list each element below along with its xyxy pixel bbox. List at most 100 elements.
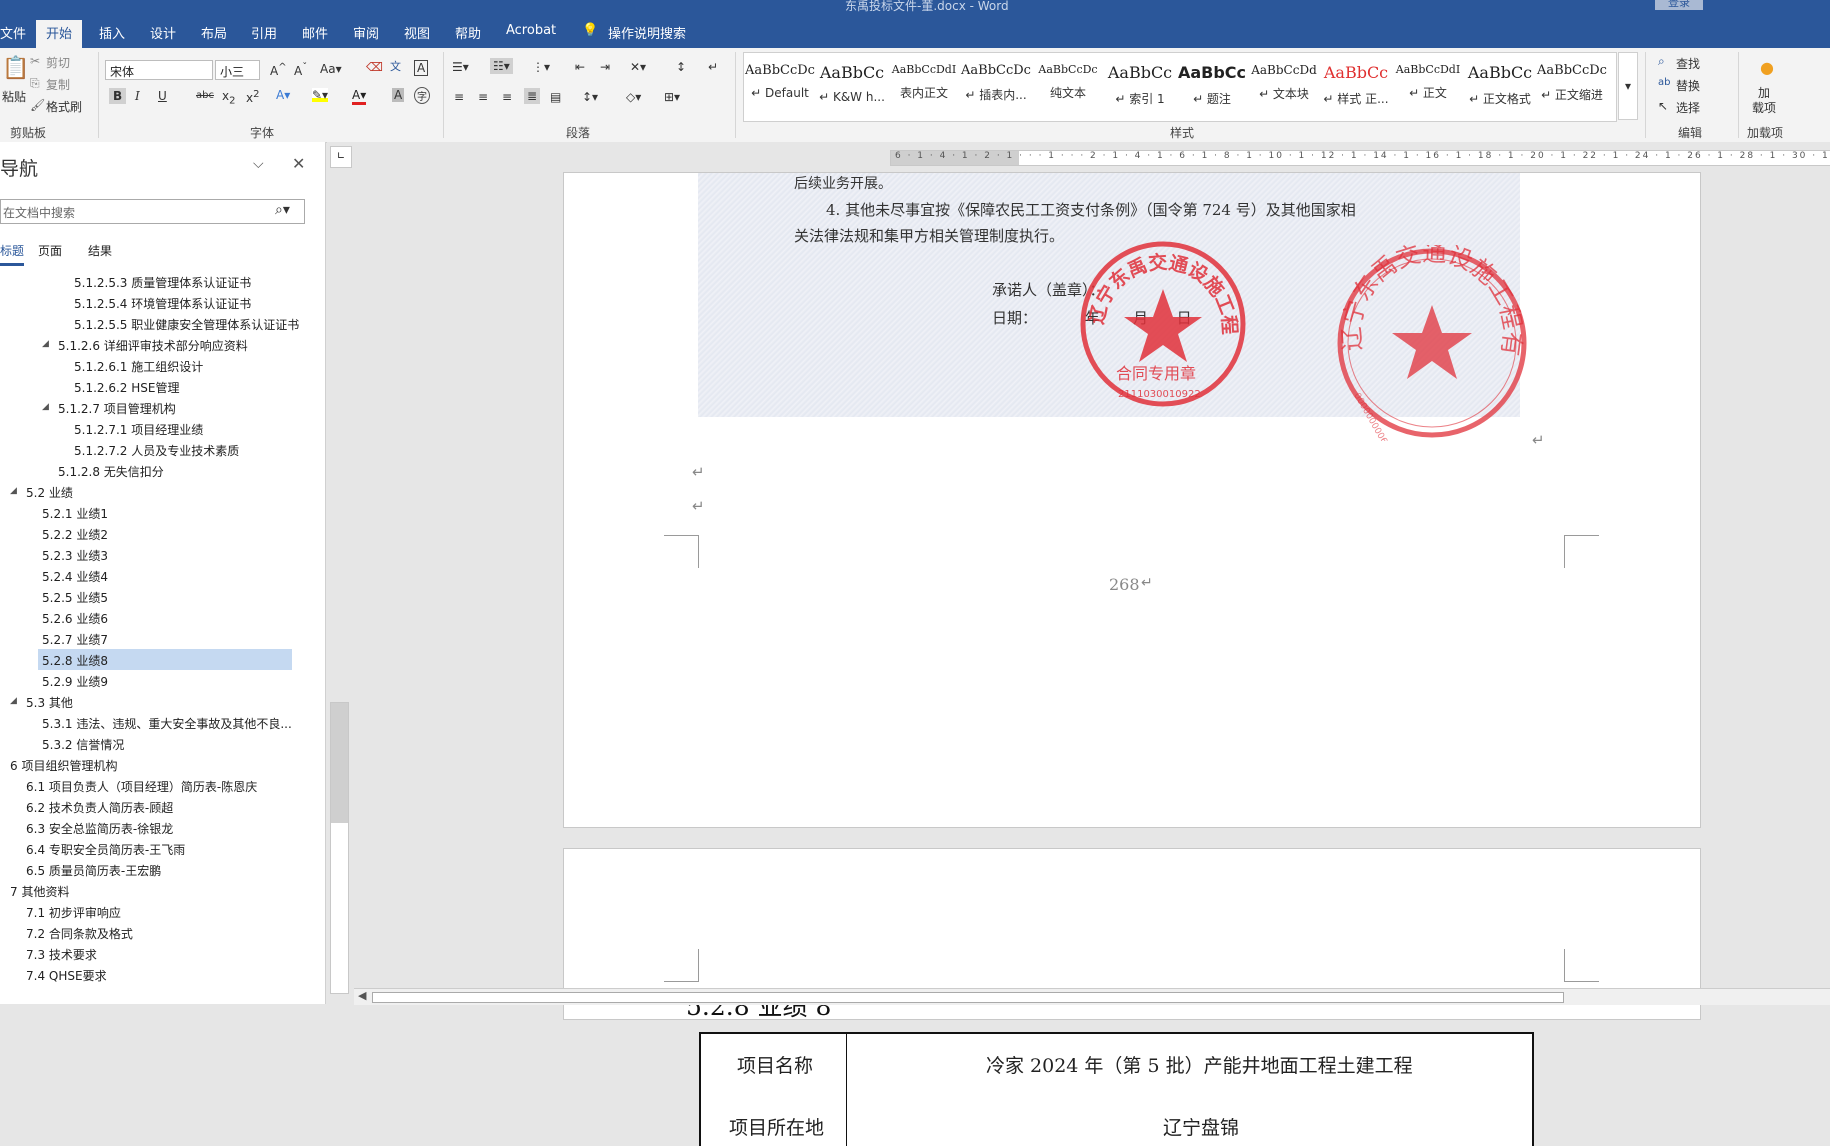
numbering-icon[interactable]: ☷▾ xyxy=(490,58,513,74)
nav-item[interactable]: 5.2.9 业绩9 xyxy=(42,673,108,690)
addins-button[interactable]: 加 载项 xyxy=(1752,86,1776,116)
strikethrough-button[interactable]: abc xyxy=(196,90,214,101)
distribute-icon[interactable]: ▤ xyxy=(550,90,561,104)
nav-item[interactable]: 5.1.2.8 无失信扣分 xyxy=(58,463,164,480)
tab-home[interactable]: 开始 xyxy=(36,20,83,48)
collapse-icon[interactable]: ◢ xyxy=(42,339,49,349)
style-normal[interactable]: AaBbCcDdI ↵ 正文 xyxy=(1392,63,1464,111)
vertical-ruler[interactable] xyxy=(330,702,349,994)
horizontal-ruler[interactable]: 6 · 1 · 4 · 1 · 2 · 1 · · · 1 · · · 2 · … xyxy=(890,150,1830,166)
login-button[interactable]: 登录 xyxy=(1655,0,1703,10)
align-left-icon[interactable]: ≡ xyxy=(454,90,464,104)
nav-item[interactable]: 7.2 合同条款及格式 xyxy=(26,925,133,942)
justify-icon[interactable]: ≣ xyxy=(524,88,541,104)
nav-item[interactable]: 5.2.3 业绩3 xyxy=(42,547,108,564)
scrollbar-thumb[interactable] xyxy=(372,992,1564,1003)
nav-item[interactable]: 5.1.2.6.1 施工组织设计 xyxy=(74,358,203,375)
subscript-button[interactable]: x2 xyxy=(222,89,235,106)
nav-item-selected[interactable]: 5.2.8 业绩8 xyxy=(38,649,292,670)
char-shading-icon[interactable]: A xyxy=(392,88,405,102)
style-table-body[interactable]: AaBbCcDdI 表内正文 xyxy=(888,63,960,111)
collapse-icon[interactable]: ◢ xyxy=(42,402,49,412)
tab-help[interactable]: 帮助 xyxy=(455,23,481,42)
tab-references[interactable]: 引用 xyxy=(251,23,277,42)
tab-insert[interactable]: 插入 xyxy=(99,23,125,42)
copy-icon[interactable]: ⎘ xyxy=(30,76,40,91)
nav-item[interactable]: 5.3 其他 xyxy=(26,694,73,711)
nav-tab-pages[interactable]: 页面 xyxy=(38,242,62,259)
phonetic-guide-icon[interactable]: 文 xyxy=(390,58,401,74)
select-icon[interactable]: ↖ xyxy=(1658,99,1668,113)
italic-button[interactable]: I xyxy=(135,89,140,103)
style-text-block[interactable]: AaBbCcDd ↵ 文本块 xyxy=(1248,63,1320,111)
find-icon[interactable]: ⌕ xyxy=(1658,54,1665,69)
text-effects-icon[interactable]: A▾ xyxy=(276,88,290,102)
nav-item[interactable]: 6.2 技术负责人简历表-顾超 xyxy=(26,799,173,816)
nav-item[interactable]: 5.2 业绩 xyxy=(26,484,73,501)
tab-mailings[interactable]: 邮件 xyxy=(302,23,328,42)
nav-item[interactable]: 5.3.2 信誉情况 xyxy=(42,736,124,753)
enclose-char-icon[interactable]: 字 xyxy=(414,87,430,104)
style-index-1[interactable]: AaBbCc ↵ 索引 1 xyxy=(1104,63,1176,111)
align-center-icon[interactable]: ≡ xyxy=(478,90,488,104)
line-spacing-icon[interactable]: ↕▾ xyxy=(582,90,598,104)
collapse-icon[interactable]: ◢ xyxy=(10,486,17,496)
increase-indent-icon[interactable]: ⇥ xyxy=(600,60,610,74)
font-name-select[interactable]: 宋体 xyxy=(105,60,213,80)
nav-item[interactable]: 5.3.1 违法、违规、重大安全事故及其他不良... xyxy=(42,715,292,732)
style-body-red[interactable]: AaBbCc ↵ 样式 正... xyxy=(1320,63,1392,111)
tab-selector[interactable]: ∟ xyxy=(330,146,352,168)
paste-icon[interactable]: 📋 xyxy=(2,56,29,81)
font-color-icon[interactable]: A▾ xyxy=(352,88,367,105)
tab-view[interactable]: 视图 xyxy=(404,23,430,42)
font-size-select[interactable]: 小三 xyxy=(215,60,260,80)
nav-item[interactable]: 7 其他资料 xyxy=(10,883,69,900)
char-border-icon[interactable]: A xyxy=(414,60,429,76)
tab-file[interactable]: 文件 xyxy=(0,23,26,42)
style-body-indent[interactable]: AaBbCcDc ↵ 正文缩进 xyxy=(1536,63,1608,111)
nav-item[interactable]: 5.2.2 业绩2 xyxy=(42,526,108,543)
highlight-icon[interactable]: ✎▾ xyxy=(312,88,329,102)
nav-item[interactable]: 5.2.6 业绩6 xyxy=(42,610,108,627)
nav-item[interactable]: 5.2.1 业绩1 xyxy=(42,505,108,522)
tell-me-search[interactable]: 操作说明搜索 xyxy=(608,23,686,42)
nav-item[interactable]: 5.1.2.6 详细评审技术部分响应资料 xyxy=(58,337,248,354)
close-icon[interactable]: ✕ xyxy=(292,154,305,173)
cut-button[interactable]: 剪切 xyxy=(46,54,70,71)
nav-options-icon[interactable]: ⌵ xyxy=(253,156,264,172)
nav-item[interactable]: 6.4 专职安全员简历表-王飞雨 xyxy=(26,841,185,858)
copy-button[interactable]: 复制 xyxy=(46,76,70,93)
style-plain-text[interactable]: AaBbCcDc 纯文本 xyxy=(1032,63,1104,111)
scissors-icon[interactable]: ✂ xyxy=(30,54,40,68)
format-painter-button[interactable]: 格式刷 xyxy=(46,98,82,115)
nav-item[interactable]: 5.1.2.7.1 项目经理业绩 xyxy=(74,421,203,438)
shading-icon[interactable]: ◇▾ xyxy=(626,90,641,104)
replace-icon[interactable]: ab xyxy=(1658,77,1670,88)
multilevel-list-icon[interactable]: ⋮▾ xyxy=(532,60,550,74)
style-body-format[interactable]: AaBbCc ↵ 正文格式 xyxy=(1464,63,1536,111)
nav-item[interactable]: 5.1.2.6.2 HSE管理 xyxy=(74,379,179,396)
style-default[interactable]: AaBbCcDc ↵ Default xyxy=(744,63,816,111)
nav-tab-headings[interactable]: 标题 xyxy=(0,242,25,266)
align-right-icon[interactable]: ≡ xyxy=(502,90,512,104)
nav-item[interactable]: 6.1 项目负责人（项目经理）简历表-陈恩庆 xyxy=(26,778,257,795)
paste-button[interactable]: 粘贴 xyxy=(2,88,26,105)
underline-button[interactable]: U xyxy=(158,89,167,103)
nav-item[interactable]: 7.4 QHSE要求 xyxy=(26,967,107,984)
tab-design[interactable]: 设计 xyxy=(150,23,176,42)
style-insert-table[interactable]: AaBbCcDc ↵ 插表内... xyxy=(960,63,1032,111)
nav-item[interactable]: 7.1 初步评审响应 xyxy=(26,904,121,921)
nav-item[interactable]: 5.1.2.7.2 人员及专业技术素质 xyxy=(74,442,239,459)
nav-item[interactable]: 6.3 安全总监简历表-徐银龙 xyxy=(26,820,173,837)
nav-item[interactable]: 5.1.2.5.5 职业健康安全管理体系认证证书 xyxy=(74,316,299,333)
grow-font-icon[interactable]: A^ xyxy=(270,62,287,78)
change-case-icon[interactable]: Aa▾ xyxy=(320,62,342,76)
bullets-icon[interactable]: ☰▾ xyxy=(452,60,469,74)
style-kw-heading[interactable]: AaBbCc ↵ K&W h... xyxy=(816,63,888,111)
format-painter-icon[interactable]: 🖌 xyxy=(30,98,45,112)
nav-item[interactable]: 6.5 质量员简历表-王宏鹏 xyxy=(26,862,161,879)
nav-item[interactable]: 5.1.2.5.3 质量管理体系认证证书 xyxy=(74,274,251,291)
chinese-layout-icon[interactable]: ✕▾ xyxy=(630,60,646,74)
nav-item[interactable]: 5.2.4 业绩4 xyxy=(42,568,108,585)
addins-icon[interactable]: ● xyxy=(1760,58,1774,77)
